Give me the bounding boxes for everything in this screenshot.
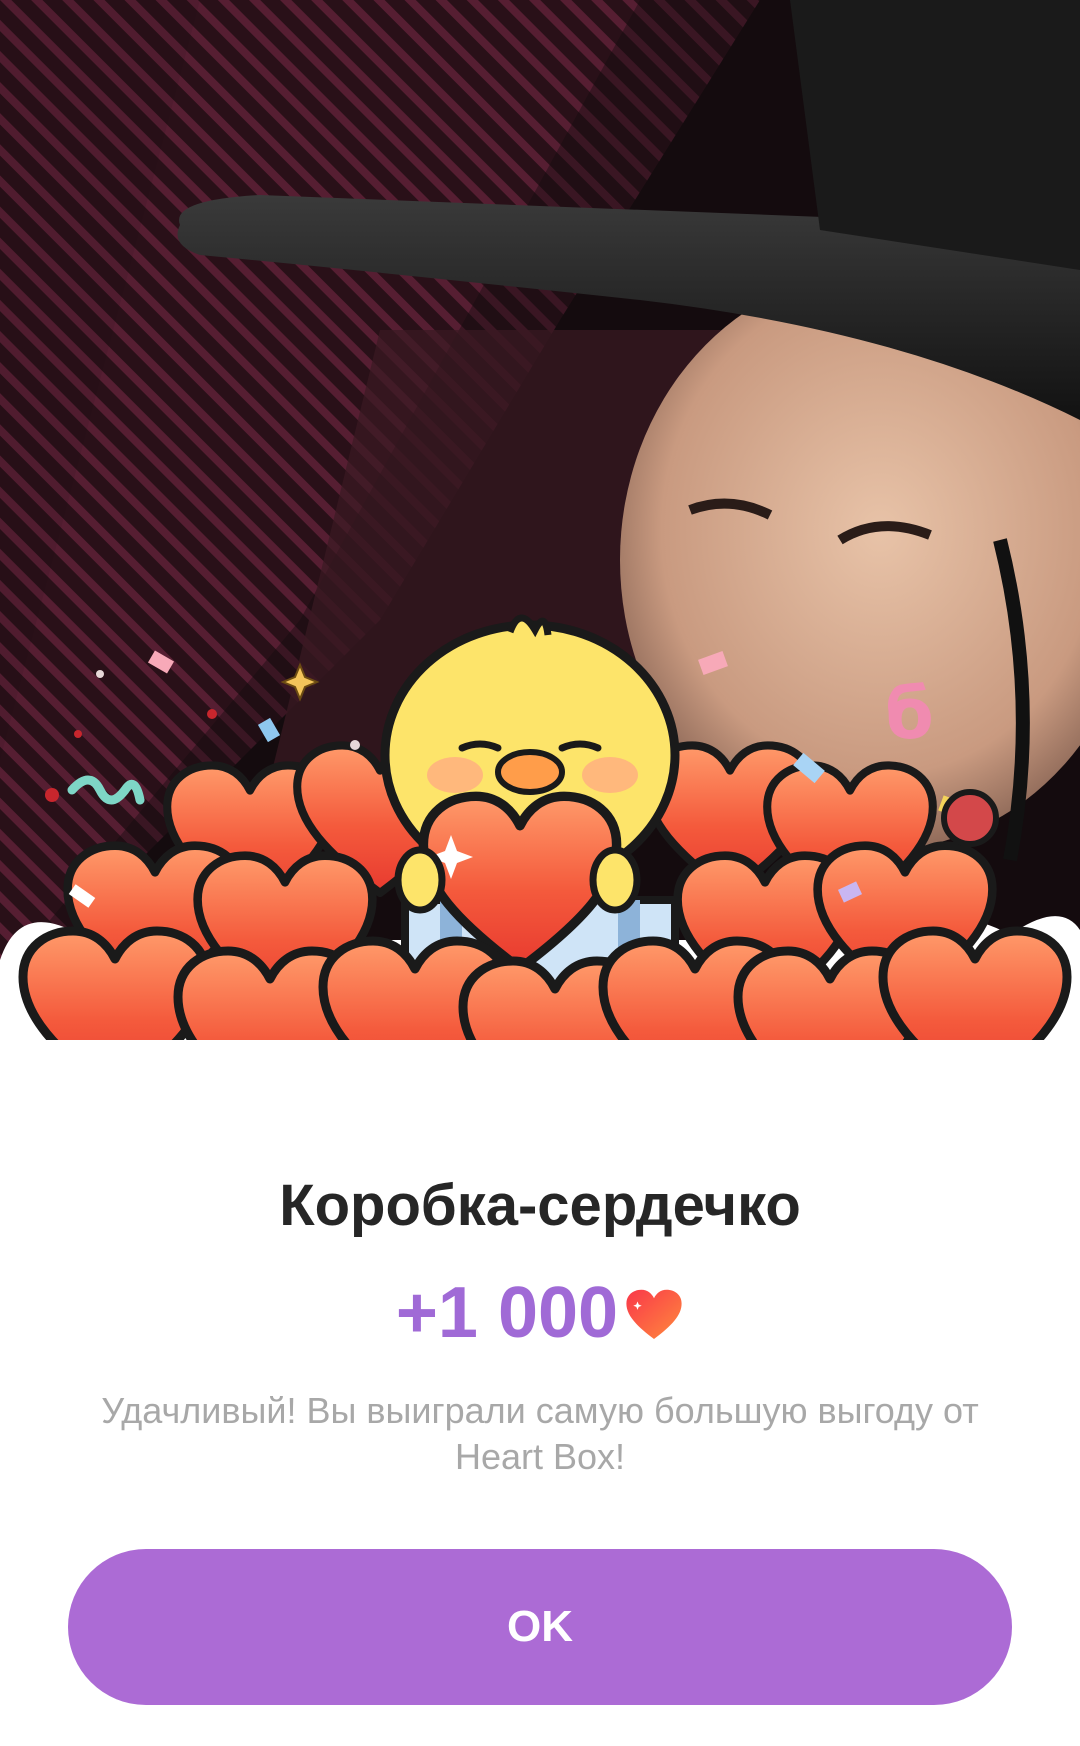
heart-pile-illustration: б	[0, 614, 1080, 1120]
reward-amount: +1 000	[395, 1273, 619, 1353]
reward-row: +1 000	[0, 1272, 1080, 1354]
confetti-letter: б	[885, 673, 934, 755]
ok-button[interactable]: OK	[68, 1549, 1012, 1705]
result-message: Удачливый! Вы выиграли самую большую выг…	[101, 1390, 979, 1477]
heart-icon	[626, 1289, 682, 1339]
dialog-title: Коробка-сердечко	[279, 1173, 801, 1238]
heart-box-result-screen: б Коробка-сердечко +1 000 Удачливый! Вы …	[0, 0, 1080, 1746]
